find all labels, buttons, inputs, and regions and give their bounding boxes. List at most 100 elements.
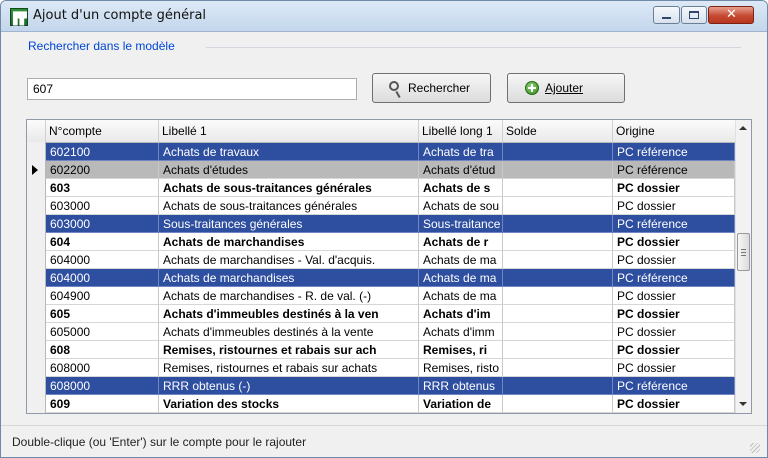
cell-compte: 604000	[46, 269, 159, 287]
cell-origine: PC dossier	[613, 341, 735, 359]
add-button[interactable]: Ajouter	[507, 73, 625, 103]
table-row[interactable]: 605 Achats d'immeubles destinés à la ven A…	[46, 305, 735, 323]
cell-libelle: Achats de marchandises - Val. d'acquis.	[159, 251, 419, 269]
cell-compte: 608000	[46, 377, 159, 395]
vertical-scrollbar[interactable]	[735, 120, 751, 413]
cell-libelle-long: Achats de ma	[419, 251, 503, 269]
ledger-app-icon: ███ █ █	[10, 8, 28, 26]
cell-compte: 608000	[46, 359, 159, 377]
close-icon: ✕	[726, 7, 737, 22]
cell-libelle: Variation des stocks	[159, 395, 419, 413]
table-row[interactable]: 608000 RRR obtenus (-) RRR obtenus PC référ…	[46, 377, 735, 395]
table-row[interactable]: 608000 Remises, ristournes et rabais sur …	[46, 359, 735, 377]
accounts-grid[interactable]: N°compte Libellé 1 Libellé long 1 Solde …	[26, 119, 752, 414]
scroll-up-arrow-icon[interactable]	[739, 126, 747, 130]
cell-compte: 603000	[46, 197, 159, 215]
table-row[interactable]: 604 Achats de marchandises Achats de r PC d…	[46, 233, 735, 251]
group-divider	[206, 47, 741, 48]
cell-origine: PC dossier	[613, 179, 735, 197]
grid-header: N°compte Libellé 1 Libellé long 1 Solde …	[27, 120, 735, 143]
cell-origine: PC référence	[613, 161, 735, 179]
close-button[interactable]: ✕	[708, 6, 754, 24]
cell-libelle-long: Achats de ma	[419, 287, 503, 305]
maximize-button[interactable]	[681, 6, 707, 24]
cell-solde	[503, 377, 613, 395]
cell-libelle-long: Sous-traitance	[419, 215, 503, 233]
table-row[interactable]: 603000 Achats de sous-traitances générale…	[46, 197, 735, 215]
search-button-label: Rechercher	[408, 81, 471, 95]
row-indicator-header	[27, 120, 46, 142]
cell-solde	[503, 269, 613, 287]
cell-libelle-long: Achats d'étud	[419, 161, 503, 179]
cell-solde	[503, 161, 613, 179]
cell-libelle-long: Achats de r	[419, 233, 503, 251]
cell-compte: 604	[46, 233, 159, 251]
minimize-icon	[662, 17, 671, 19]
table-row[interactable]: 603000 Sous-traitances générales Sous-trai…	[46, 215, 735, 233]
table-row[interactable]: 605000 Achats d'immeubles destinés à la v…	[46, 323, 735, 341]
status-text: Double-clique (ou 'Enter') sur le compte…	[12, 435, 307, 449]
table-row[interactable]: 603 Achats de sous-traitances générales Ac…	[46, 179, 735, 197]
cell-compte: 602100	[46, 143, 159, 161]
cell-libelle: Achats de sous-traitances générales	[159, 197, 419, 215]
title-bar[interactable]: ███ █ █ Ajout d'un compte général ✕	[1, 1, 767, 32]
table-row[interactable]: 609 Variation des stocks Variation de PC do…	[46, 395, 735, 413]
cell-solde	[503, 395, 613, 413]
cell-origine: PC dossier	[613, 251, 735, 269]
column-header-solde[interactable]: Solde	[503, 120, 613, 142]
cell-compte: 608	[46, 341, 159, 359]
add-icon	[525, 81, 539, 95]
cell-origine: PC dossier	[613, 395, 735, 413]
dialog-window: ███ █ █ Ajout d'un compte général ✕ Reche…	[0, 0, 768, 458]
search-group-label: Rechercher dans le modèle	[28, 39, 175, 53]
cell-libelle: Achats d'immeubles destinés à la vente	[159, 323, 419, 341]
cell-compte: 604900	[46, 287, 159, 305]
cell-libelle: Achats de marchandises - R. de val. (-)	[159, 287, 419, 305]
search-button[interactable]: Rechercher	[372, 73, 491, 103]
column-header-compte[interactable]: N°compte	[46, 120, 159, 142]
cell-origine: PC dossier	[613, 305, 735, 323]
column-header-libelle-long[interactable]: Libellé long 1	[419, 120, 503, 142]
scroll-down-arrow-icon[interactable]	[739, 402, 747, 406]
cell-solde	[503, 197, 613, 215]
cell-origine: PC dossier	[613, 287, 735, 305]
cell-libelle: Achats d'études	[159, 161, 419, 179]
cell-solde	[503, 305, 613, 323]
table-row[interactable]: 604000 Achats de marchandises Achats de ma…	[46, 269, 735, 287]
cell-origine: PC dossier	[613, 323, 735, 341]
cell-libelle-long: Achats de tra	[419, 143, 503, 161]
cell-libelle: Sous-traitances générales	[159, 215, 419, 233]
cell-libelle-long: Remises, risto	[419, 359, 503, 377]
cell-libelle: Achats de marchandises	[159, 269, 419, 287]
table-row[interactable]: 604900 Achats de marchandises - R. de val…	[46, 287, 735, 305]
cell-libelle-long: Achats d'im	[419, 305, 503, 323]
table-row[interactable]: 604000 Achats de marchandises - Val. d'ac…	[46, 251, 735, 269]
column-header-libelle[interactable]: Libellé 1	[159, 120, 419, 142]
window-title: Ajout d'un compte général	[33, 8, 207, 23]
cell-libelle: Remises, ristournes et rabais sur ach	[159, 341, 419, 359]
cell-compte: 603000	[46, 215, 159, 233]
table-row[interactable]: 602100 Achats de travaux Achats de tra PC r…	[46, 143, 735, 161]
cell-solde	[503, 251, 613, 269]
cell-libelle: Achats de marchandises	[159, 233, 419, 251]
cell-solde	[503, 233, 613, 251]
search-icon	[389, 81, 399, 91]
search-input[interactable]	[27, 78, 357, 100]
row-indicator-column	[27, 142, 46, 413]
column-header-origine[interactable]: Origine	[613, 120, 735, 142]
cell-origine: PC référence	[613, 143, 735, 161]
cell-origine: PC référence	[613, 377, 735, 395]
resize-grip-icon[interactable]	[750, 443, 760, 453]
cell-compte: 603	[46, 179, 159, 197]
cell-solde	[503, 341, 613, 359]
cell-libelle: Achats de sous-traitances générales	[159, 179, 419, 197]
table-row[interactable]: 608 Remises, ristournes et rabais sur ach…	[46, 341, 735, 359]
minimize-button[interactable]	[653, 6, 680, 24]
table-row[interactable]: 602200 Achats d'études Achats d'étud PC réf…	[46, 161, 735, 179]
cell-origine: PC dossier	[613, 197, 735, 215]
cell-origine: PC référence	[613, 215, 735, 233]
cell-libelle-long: Achats d'imm	[419, 323, 503, 341]
cell-libelle-long: RRR obtenus	[419, 377, 503, 395]
scroll-thumb[interactable]	[737, 233, 750, 271]
cell-solde	[503, 179, 613, 197]
